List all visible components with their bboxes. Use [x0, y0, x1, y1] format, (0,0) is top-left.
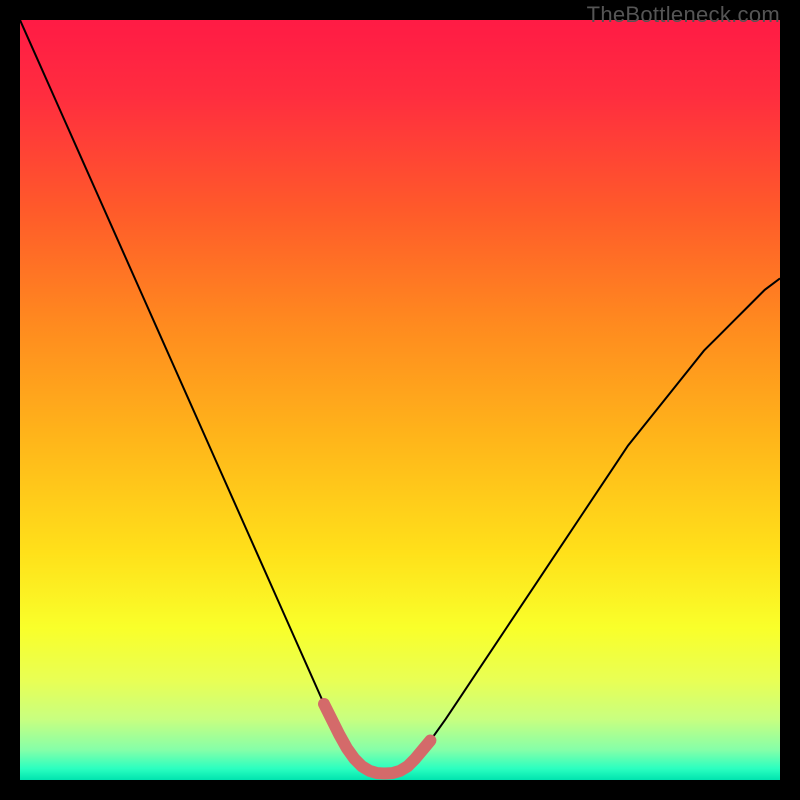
bottleneck-chart [20, 20, 780, 780]
chart-frame: TheBottleneck.com [0, 0, 800, 800]
plot-area [20, 20, 780, 780]
watermark-text: TheBottleneck.com [587, 2, 780, 28]
gradient-background [20, 20, 780, 780]
